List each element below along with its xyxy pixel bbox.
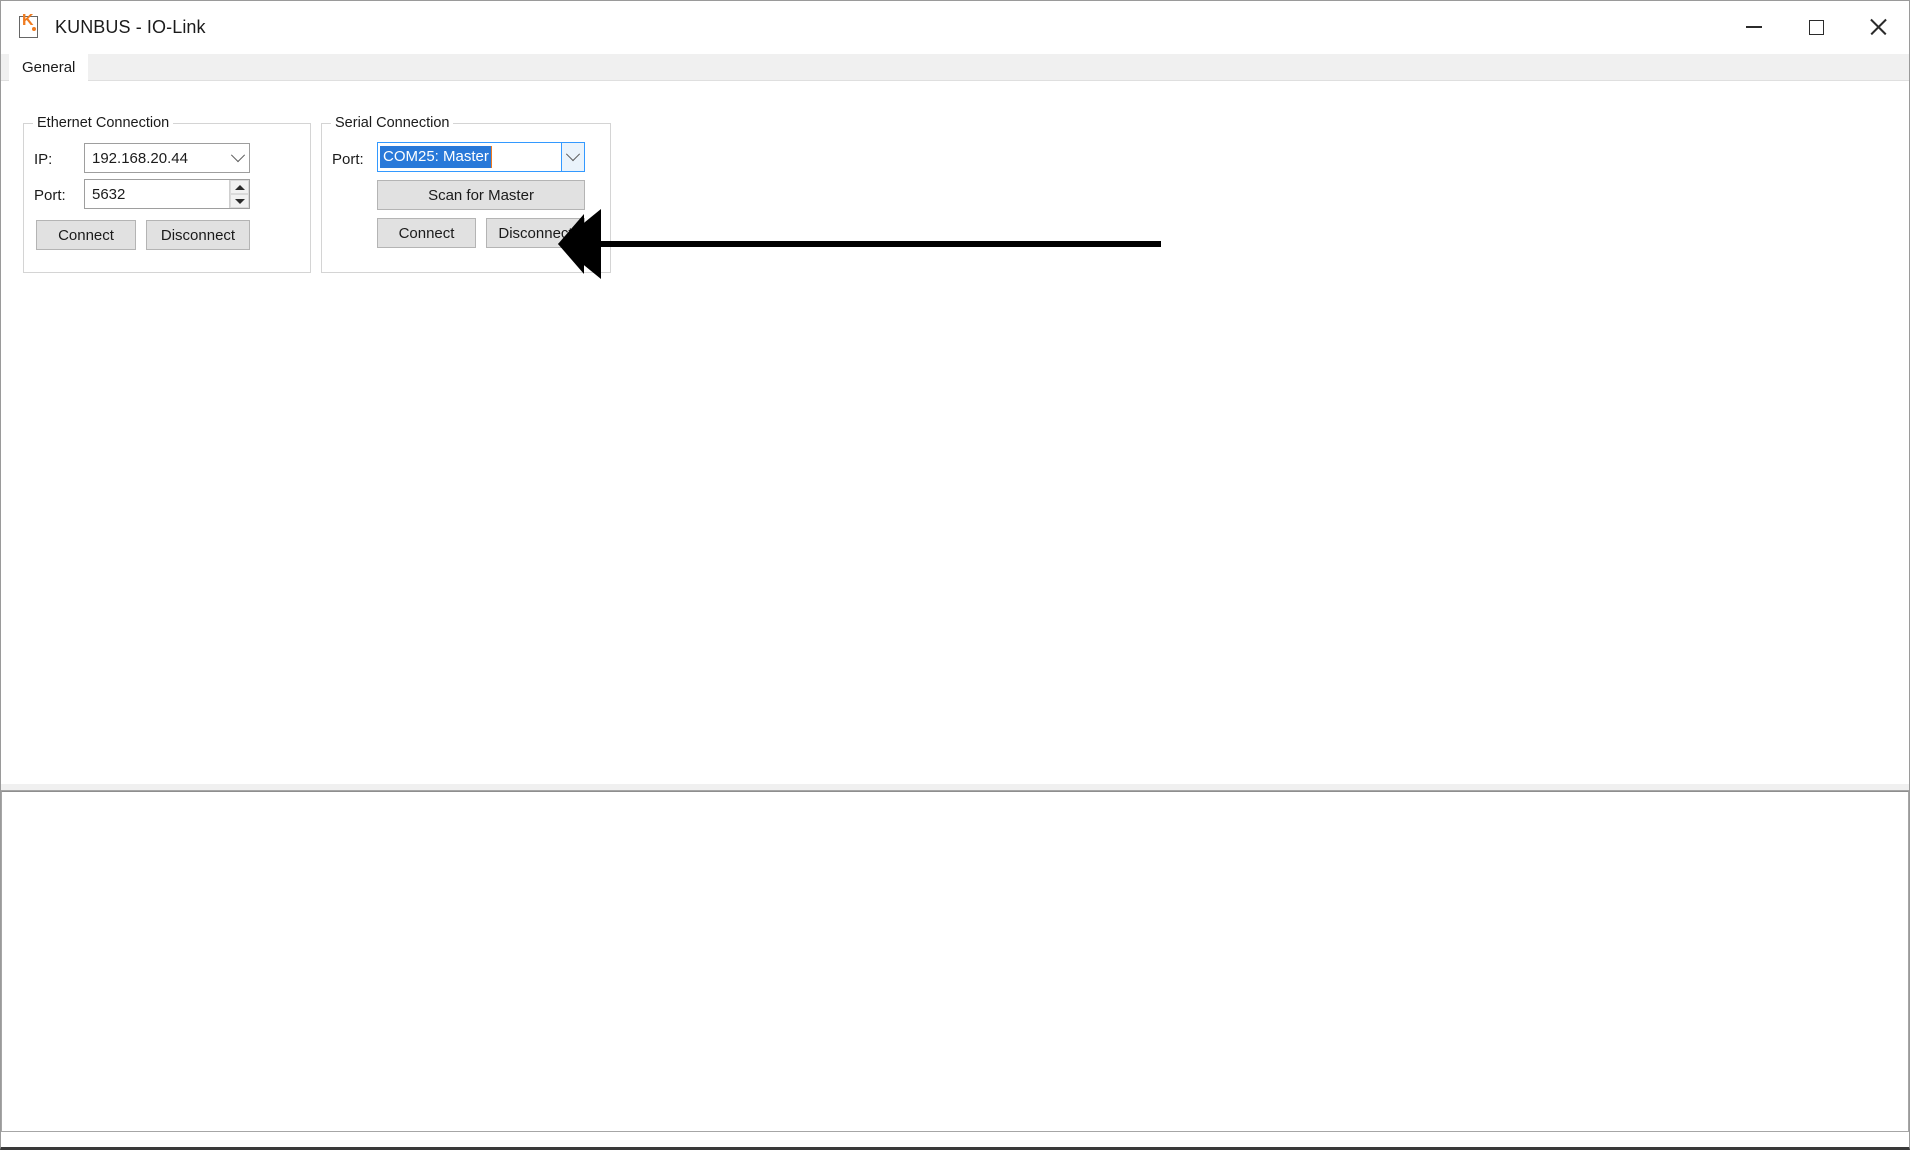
minimize-button[interactable] [1723, 1, 1785, 53]
log-output-panel[interactable] [1, 791, 1909, 1132]
window-controls [1723, 1, 1909, 53]
close-button[interactable] [1847, 1, 1909, 53]
serial-disconnect-button[interactable]: Disconnect [486, 218, 585, 248]
spin-down-icon[interactable] [230, 194, 249, 208]
maximize-button[interactable] [1785, 1, 1847, 53]
log-output-text [2, 792, 1908, 804]
ethernet-port-label: Port: [34, 187, 66, 204]
serial-connect-button[interactable]: Connect [377, 218, 476, 248]
spin-up-icon[interactable] [230, 180, 249, 194]
serial-connection-group: Serial Connection Port: COM25: Master Sc… [321, 115, 611, 273]
window-title: KUNBUS - IO-Link [55, 16, 206, 37]
ethernet-ip-combobox[interactable]: 192.168.20.44 [84, 143, 250, 173]
title-bar-left: K KUNBUS - IO-Link [1, 13, 206, 40]
tab-general[interactable]: General [9, 54, 89, 81]
kunbus-app-icon: K [17, 13, 43, 40]
chevron-down-icon[interactable] [227, 144, 249, 172]
application-window: K KUNBUS - IO-Link General Ethernet Conn… [0, 0, 1910, 1150]
serial-port-label: Port: [332, 151, 364, 168]
scan-for-master-button[interactable]: Scan for Master [377, 180, 585, 210]
client-area: Ethernet Connection IP: 192.168.20.44 Po… [1, 81, 1909, 783]
chevron-down-icon[interactable] [561, 143, 584, 171]
ethernet-ip-label: IP: [34, 151, 53, 168]
ethernet-connection-group: Ethernet Connection IP: 192.168.20.44 Po… [23, 115, 311, 273]
ethernet-port-spinbox[interactable]: 5632 [84, 179, 250, 209]
title-bar: K KUNBUS - IO-Link [1, 1, 1909, 54]
panel-splitter[interactable] [1, 783, 1909, 791]
serial-port-combobox[interactable]: COM25: Master [377, 142, 585, 172]
tab-strip: General [1, 54, 1909, 81]
serial-port-value: COM25: Master [380, 146, 492, 168]
maximize-icon [1808, 19, 1824, 35]
minimize-icon [1746, 26, 1762, 28]
tab-general-label: General [22, 59, 76, 76]
ethernet-port-spin-buttons [229, 180, 249, 208]
ethernet-group-title: Ethernet Connection [33, 115, 174, 131]
close-icon [1869, 18, 1887, 36]
ethernet-ip-value: 192.168.20.44 [92, 149, 188, 167]
serial-port-value-wrap: COM25: Master [378, 146, 561, 168]
serial-group-title: Serial Connection [331, 115, 454, 131]
ethernet-disconnect-button[interactable]: Disconnect [146, 220, 250, 250]
ethernet-port-value: 5632 [92, 185, 126, 203]
ethernet-connect-button[interactable]: Connect [36, 220, 136, 250]
